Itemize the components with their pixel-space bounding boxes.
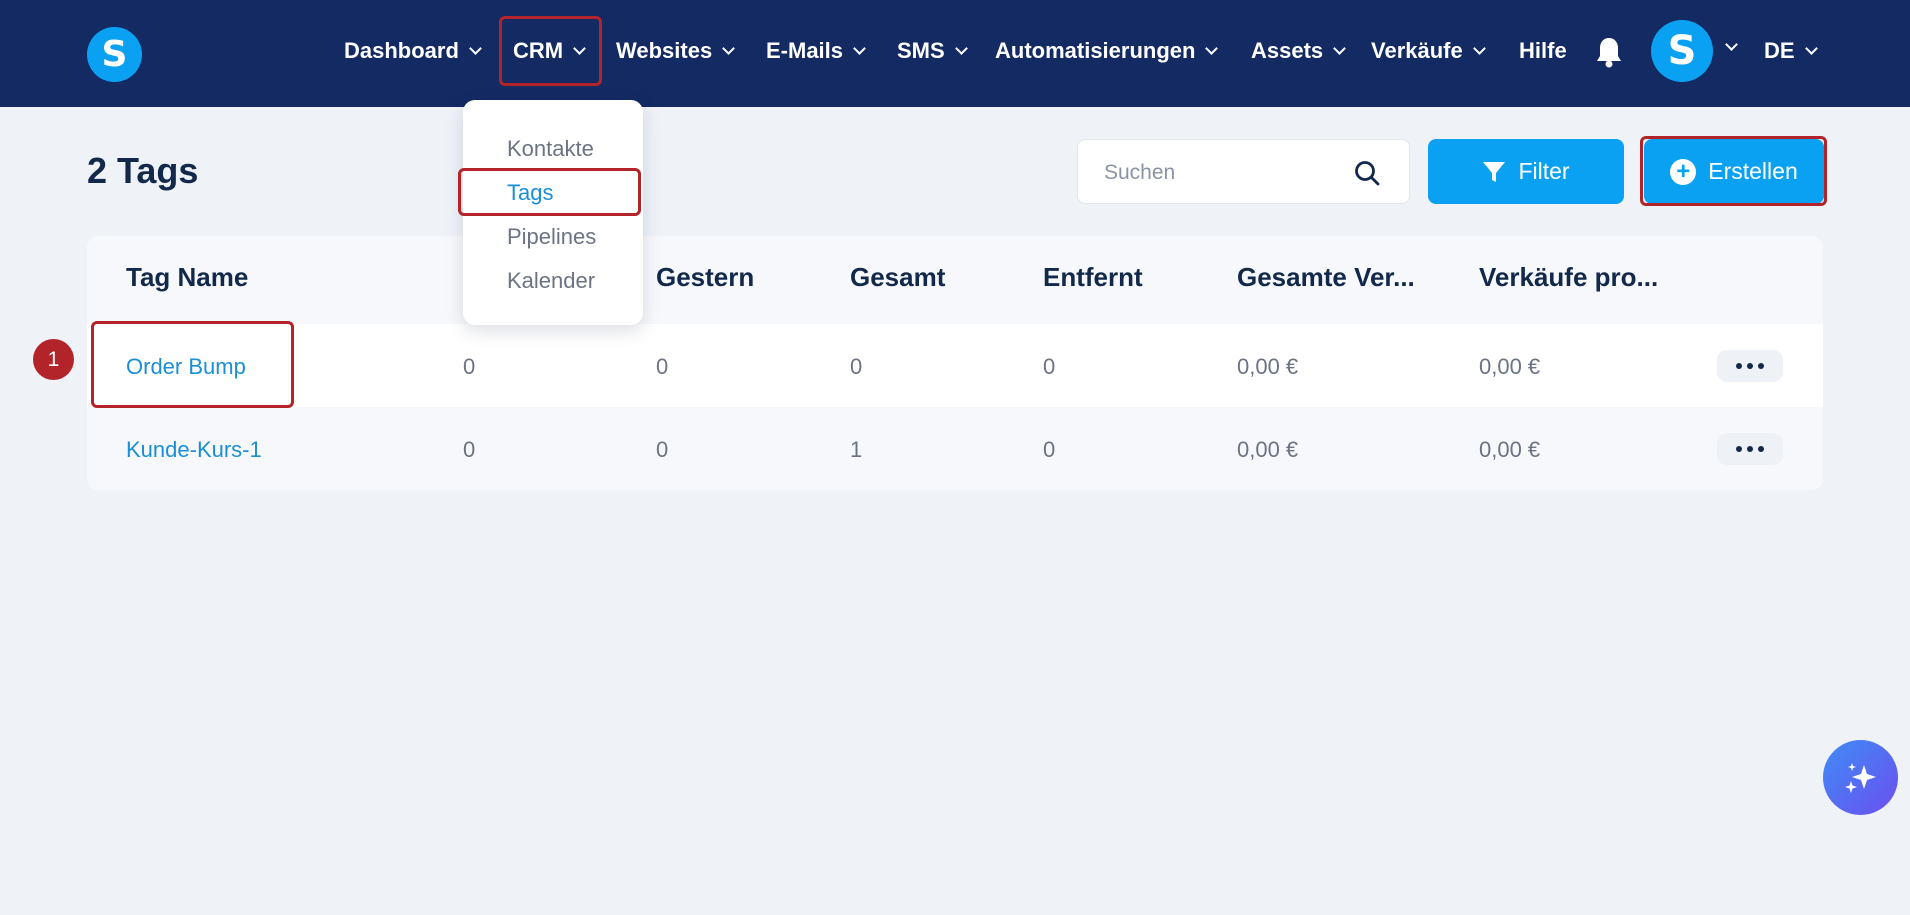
- nav-item-label: CRM: [513, 38, 564, 63]
- app-logo[interactable]: S: [87, 27, 142, 82]
- table-cell: 1: [850, 437, 863, 462]
- nav-item-label: Websites: [616, 38, 713, 63]
- search-input[interactable]: [1104, 158, 1344, 188]
- nav-item-crm[interactable]: CRM: [513, 32, 586, 70]
- nav-item-label: Dashboard: [344, 38, 459, 63]
- bell-icon[interactable]: [1594, 36, 1624, 68]
- language-selector[interactable]: DE: [1764, 32, 1818, 70]
- nav-item-sms[interactable]: SMS: [897, 32, 968, 70]
- table-cell: 0,00 €: [1237, 437, 1299, 462]
- chevron-down-icon: [469, 41, 482, 55]
- table-cell: 0: [850, 354, 863, 379]
- chevron-down-icon: [853, 41, 866, 55]
- search-icon[interactable]: [1354, 160, 1380, 186]
- plus-circle-icon: +: [1670, 158, 1697, 185]
- user-avatar[interactable]: S: [1651, 20, 1713, 82]
- chevron-down-icon: [1804, 41, 1818, 55]
- nav-item-emails[interactable]: E-Mails: [766, 32, 866, 70]
- filter-button-label: Filter: [1518, 158, 1570, 184]
- table-cell: 0: [656, 354, 669, 379]
- more-dots-icon: [1736, 363, 1742, 369]
- ai-assistant-button[interactable]: [1823, 740, 1898, 815]
- search-box[interactable]: [1077, 139, 1410, 204]
- more-actions-button[interactable]: [1717, 433, 1783, 465]
- chevron-down-icon: [573, 41, 586, 55]
- create-button-label: Erstellen: [1708, 158, 1798, 184]
- more-dots-icon: [1758, 446, 1764, 452]
- menu-item-kontakte[interactable]: Kontakte: [507, 136, 594, 162]
- nav-item-label: Hilfe: [1519, 38, 1567, 63]
- more-dots-icon: [1747, 446, 1753, 452]
- menu-item-kalender[interactable]: Kalender: [507, 268, 595, 294]
- column-header[interactable]: Gesamte Ver...: [1237, 262, 1415, 293]
- table-row: Order Bump 0 0 0 0 0,00 € 0,00 €: [87, 324, 1823, 407]
- chevron-down-icon[interactable]: [1725, 38, 1738, 51]
- nav-item-hilfe[interactable]: Hilfe: [1519, 32, 1567, 70]
- avatar-letter: S: [1667, 28, 1697, 74]
- chevron-down-icon: [1472, 41, 1486, 55]
- nav-item-label: Automatisierungen: [995, 38, 1196, 63]
- chevron-down-icon: [954, 41, 968, 55]
- table-row: Kunde-Kurs-1 0 0 1 0 0,00 € 0,00 €: [87, 407, 1823, 490]
- nav-item-label: E-Mails: [766, 38, 844, 63]
- tag-name-link[interactable]: Order Bump: [126, 354, 246, 380]
- column-header[interactable]: Entfernt: [1043, 262, 1143, 293]
- nav-item-label: Verkäufe: [1371, 38, 1463, 63]
- language-label: DE: [1764, 38, 1795, 63]
- top-nav-bar: S Dashboard CRM Websites E-Mails SMS Aut…: [0, 0, 1910, 107]
- chevron-down-icon: [1333, 41, 1347, 55]
- nav-item-assets[interactable]: Assets: [1251, 32, 1347, 70]
- table-cell: 0,00 €: [1479, 354, 1541, 379]
- chevron-down-icon: [1205, 41, 1219, 55]
- more-dots-icon: [1747, 363, 1753, 369]
- nav-item-label: Assets: [1251, 38, 1324, 63]
- more-actions-button[interactable]: [1717, 350, 1783, 382]
- menu-item-tags[interactable]: Tags: [507, 180, 553, 206]
- table-cell: 0: [656, 437, 669, 462]
- nav-item-verkaeufe[interactable]: Verkäufe: [1371, 32, 1486, 70]
- step-badge: 1: [33, 339, 74, 380]
- column-header[interactable]: Tag Name: [126, 262, 248, 293]
- nav-item-label: SMS: [897, 38, 945, 63]
- chevron-down-icon: [722, 41, 736, 55]
- column-header[interactable]: Gestern: [656, 262, 754, 293]
- tags-table: Tag Name Gestern Gesamt Entfernt Gesamte…: [87, 236, 1823, 490]
- sparkle-icon: [1844, 762, 1876, 793]
- logo-letter: S: [101, 34, 128, 75]
- filter-icon: [1483, 161, 1506, 182]
- table-cell: 0: [1043, 354, 1056, 379]
- column-header[interactable]: Verkäufe pro...: [1479, 262, 1658, 293]
- nav-item-websites[interactable]: Websites: [616, 32, 736, 70]
- more-dots-icon: [1758, 363, 1764, 369]
- tag-name-link[interactable]: Kunde-Kurs-1: [126, 437, 262, 463]
- table-header: Tag Name Gestern Gesamt Entfernt Gesamte…: [87, 236, 1823, 324]
- nav-item-dashboard[interactable]: Dashboard: [344, 32, 482, 70]
- table-cell: 0: [463, 437, 476, 462]
- table-cell: 0,00 €: [1237, 354, 1299, 379]
- nav-item-automatisierungen[interactable]: Automatisierungen: [995, 32, 1219, 70]
- crm-dropdown-menu: Kontakte Tags Pipelines Kalender: [463, 100, 643, 325]
- table-cell: 0,00 €: [1479, 437, 1541, 462]
- menu-item-pipelines[interactable]: Pipelines: [507, 224, 596, 250]
- table-cell: 0: [1043, 437, 1056, 462]
- table-cell: 0: [463, 354, 476, 379]
- create-button[interactable]: + Erstellen: [1644, 139, 1824, 204]
- filter-button[interactable]: Filter: [1428, 139, 1624, 204]
- column-header[interactable]: Gesamt: [850, 262, 945, 293]
- page-title: 2 Tags: [87, 150, 199, 191]
- more-dots-icon: [1736, 446, 1742, 452]
